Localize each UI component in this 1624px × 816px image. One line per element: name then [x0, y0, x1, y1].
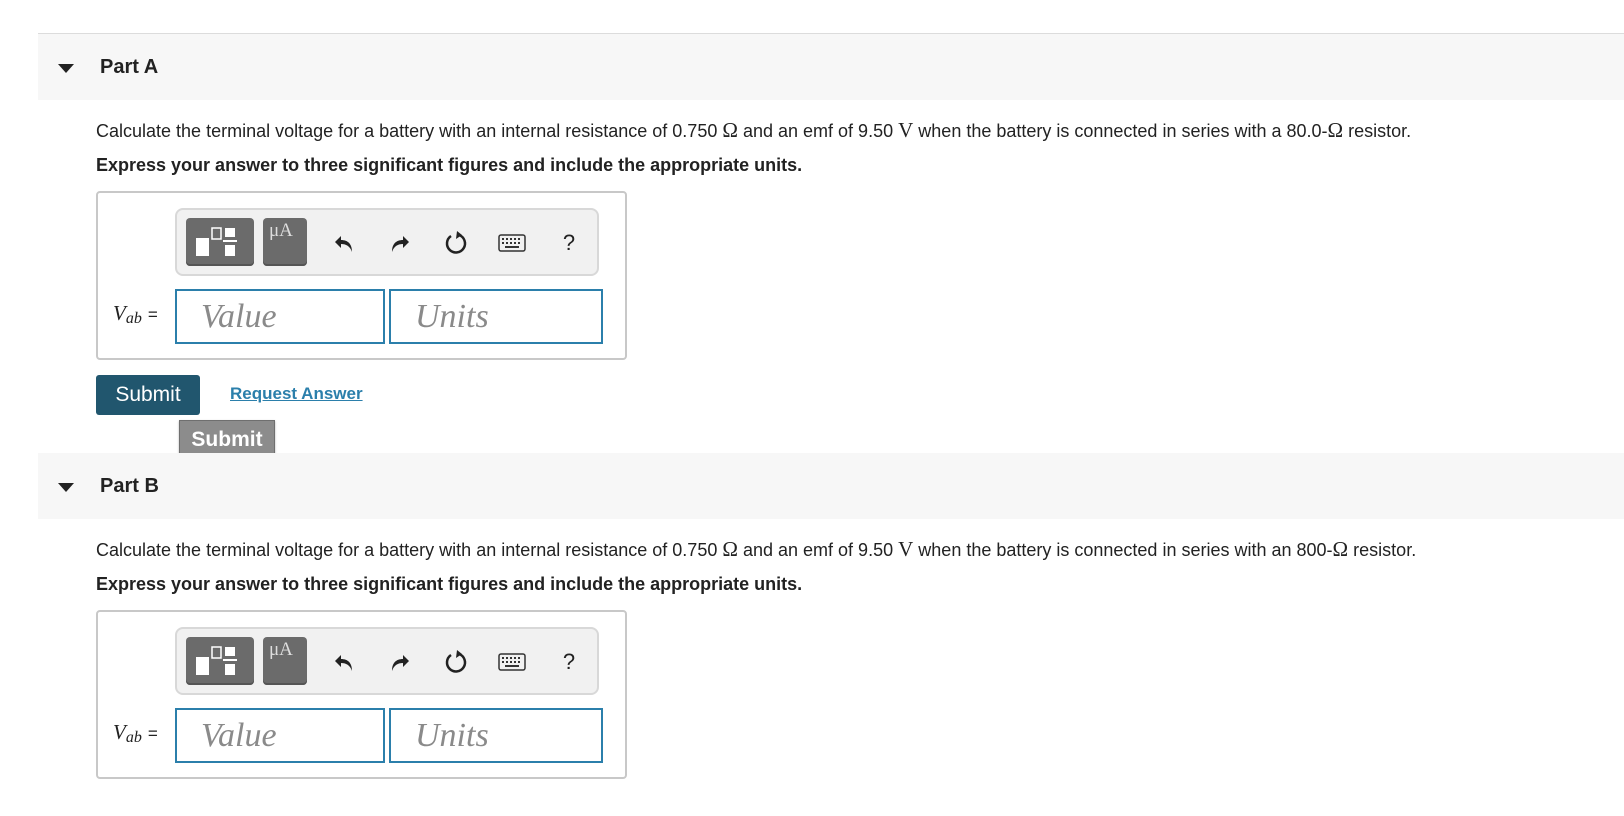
- ohm-symbol: Ω: [722, 118, 738, 142]
- part-b-instruction: Express your answer to three significant…: [96, 574, 803, 594]
- reset-icon[interactable]: [440, 227, 472, 259]
- help-button[interactable]: ?: [553, 227, 585, 259]
- templates-button[interactable]: [186, 218, 254, 266]
- units-button[interactable]: μA: [263, 637, 307, 685]
- undo-icon[interactable]: [328, 646, 360, 678]
- part-b-question: Calculate the terminal voltage for a bat…: [96, 537, 1417, 561]
- redo-icon[interactable]: [384, 227, 416, 259]
- templates-button[interactable]: [186, 637, 254, 685]
- units-input[interactable]: Units: [389, 708, 603, 763]
- variable-label: Vab =: [113, 301, 158, 327]
- part-a-instruction: Express your answer to three significant…: [96, 155, 803, 175]
- units-input[interactable]: Units: [389, 289, 603, 344]
- variable-label: Vab =: [113, 720, 158, 746]
- units-glyph: μA: [269, 639, 293, 660]
- submit-button[interactable]: Submit: [96, 375, 200, 415]
- value-input[interactable]: Value: [175, 289, 385, 344]
- part-a-question: Calculate the terminal voltage for a bat…: [96, 118, 1412, 142]
- collapse-caret-icon[interactable]: [58, 64, 74, 73]
- collapse-caret-icon[interactable]: [58, 483, 74, 492]
- templates-icon: [196, 227, 237, 256]
- part-b-header[interactable]: Part B: [38, 453, 1624, 519]
- help-button[interactable]: ?: [553, 646, 585, 678]
- part-b-title: Part B: [100, 475, 159, 497]
- units-button[interactable]: μA: [263, 218, 307, 266]
- keyboard-icon[interactable]: [496, 646, 528, 678]
- ohm-symbol: Ω: [1327, 118, 1344, 142]
- reset-icon[interactable]: [440, 646, 472, 678]
- undo-icon[interactable]: [328, 227, 360, 259]
- keyboard-icon[interactable]: [496, 227, 528, 259]
- units-glyph: μA: [269, 220, 293, 241]
- redo-icon[interactable]: [384, 646, 416, 678]
- part-a-header[interactable]: Part A: [38, 34, 1624, 100]
- request-answer-link[interactable]: Request Answer: [230, 384, 363, 404]
- math-toolbar: μA ?: [175, 208, 599, 276]
- volt-symbol: V: [898, 537, 914, 561]
- part-a-answer-box: μA ? Vab = Value Units: [96, 191, 627, 360]
- math-toolbar: μA ?: [175, 627, 599, 695]
- value-input[interactable]: Value: [175, 708, 385, 763]
- ohm-symbol: Ω: [722, 537, 738, 561]
- part-a-title: Part A: [100, 56, 159, 78]
- ohm-symbol: Ω: [1332, 537, 1349, 561]
- volt-symbol: V: [898, 118, 914, 142]
- part-b-answer-box: μA ? Vab = Value Units: [96, 610, 627, 779]
- templates-icon: [196, 646, 237, 675]
